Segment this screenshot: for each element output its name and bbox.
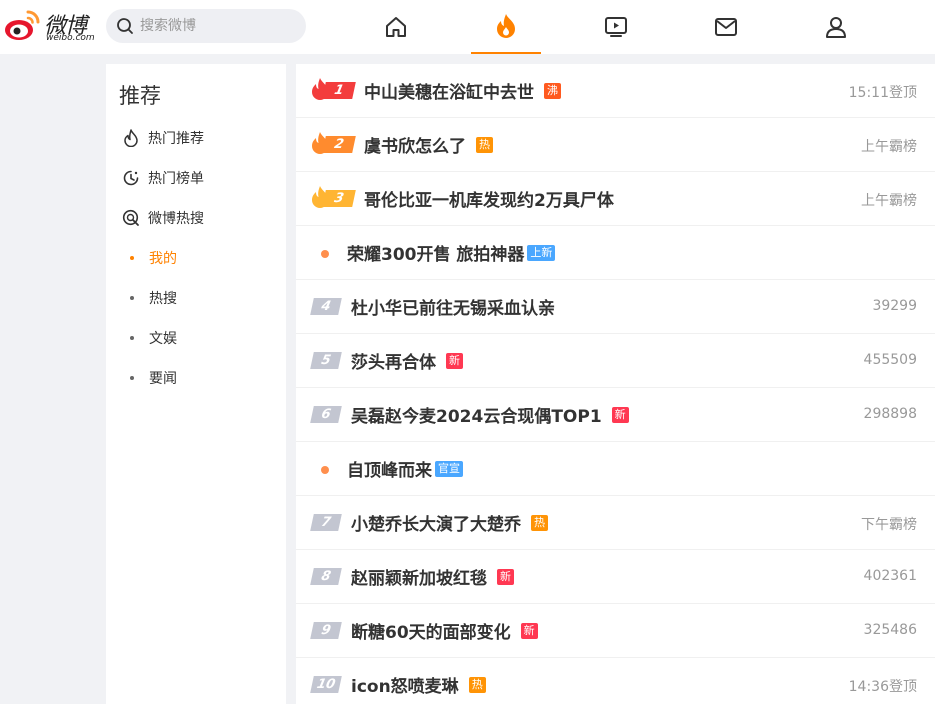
row-meta: 上午霸榜 [861, 193, 917, 209]
row-meta: 298898 [863, 406, 917, 422]
hot-topic-title[interactable]: 赵丽颖新加坡红毯 [351, 564, 487, 589]
search-circle-icon [122, 209, 140, 227]
clock-icon [122, 169, 140, 187]
promoted-bullet [321, 466, 329, 474]
official-badge: 官宣 [435, 460, 463, 477]
logo-domain: weibo.com [46, 33, 95, 43]
hot-list-row[interactable]: 7 小楚乔长大演了大楚乔 热 下午霸榜 [296, 496, 935, 550]
hot-topic-title[interactable]: 荣耀300开售 旅拍神器 [347, 240, 524, 265]
row-meta: 14:36登顶 [848, 679, 917, 695]
hot-list-row[interactable]: 3 哥伦比亚一机库发现约2万具尸体 上午霸榜 [296, 172, 935, 226]
new-badge: 新 [520, 622, 538, 639]
new-launch-badge: 上新 [527, 244, 556, 261]
nav-message[interactable] [691, 0, 761, 54]
rank-number: 8 [310, 568, 342, 585]
sidebar-item-label: 微博热搜 [148, 211, 204, 227]
hot-topic-title[interactable]: 莎头再合体 [351, 348, 436, 373]
hot-icon [497, 14, 515, 38]
rank-number: 7 [310, 514, 342, 531]
rank-number: 6 [310, 406, 342, 423]
hot-topic-title[interactable]: 虞书欣怎么了 [364, 132, 466, 157]
hot-badge: 热 [468, 676, 486, 693]
hot-topic-title[interactable]: icon怒喷麦琳 [351, 672, 459, 697]
search-box[interactable] [106, 9, 306, 43]
rank-number: 9 [310, 622, 342, 639]
sidebar-item-hot-rankings[interactable]: 热门榜单 [106, 158, 286, 198]
nav-home[interactable] [361, 0, 431, 54]
hot-topic-title[interactable]: 断糖60天的面部变化 [351, 618, 511, 643]
sidebar-item-news[interactable]: 要闻 [106, 358, 286, 398]
sidebar-item-weibo-hot-search[interactable]: 微博热搜 [106, 198, 286, 238]
hot-topic-title[interactable]: 吴磊赵今麦2024云合现偶TOP1 [351, 402, 602, 427]
hot-list-row[interactable]: 10 icon怒喷麦琳 热 14:36登顶 [296, 658, 935, 704]
bullet-dot [130, 376, 134, 380]
profile-icon [826, 17, 846, 38]
top-bar: 微博 weibo.com [0, 0, 935, 54]
sidebar-item-hot-search[interactable]: 热搜 [106, 278, 286, 318]
search-icon [117, 18, 133, 34]
sidebar-item-mine[interactable]: 我的 [106, 238, 286, 278]
rank-number: 10 [310, 676, 342, 693]
row-meta: 325486 [863, 622, 917, 638]
flame-outline-icon [122, 129, 140, 147]
message-icon [715, 18, 737, 36]
nav-video[interactable] [581, 0, 651, 54]
hot-list-row-promoted[interactable]: 荣耀300开售 旅拍神器 上新 [296, 226, 935, 280]
hot-list-row[interactable]: 9 断糖60天的面部变化 新 325486 [296, 604, 935, 658]
hot-list-row[interactable]: 6 吴磊赵今麦2024云合现偶TOP1 新 298898 [296, 388, 935, 442]
hot-list-row[interactable]: 4 杜小华已前往无锡采血认亲 39299 [296, 280, 935, 334]
hot-list-row[interactable]: 8 赵丽颖新加坡红毯 新 402361 [296, 550, 935, 604]
rank-number: 4 [310, 298, 342, 315]
new-badge: 新 [611, 406, 629, 423]
row-meta: 下午霸榜 [861, 517, 917, 533]
sidebar-item-label: 热搜 [149, 291, 177, 307]
promoted-bullet [321, 250, 329, 258]
video-icon [605, 17, 627, 37]
hot-list-row[interactable]: 5 莎头再合体 新 455509 [296, 334, 935, 388]
hot-topic-title[interactable]: 小楚乔长大演了大楚乔 [351, 510, 521, 535]
row-meta: 402361 [863, 568, 917, 584]
hot-topic-title[interactable]: 中山美穗在浴缸中去世 [364, 78, 534, 103]
new-badge: 新 [497, 568, 514, 585]
sidebar-item-label: 要闻 [149, 371, 177, 387]
sidebar-item-hot-recommend[interactable]: 热门推荐 [106, 118, 286, 158]
rank-number: 5 [310, 352, 342, 369]
hot-list-row[interactable]: 1 中山美穗在浴缸中去世 沸 15:11登顶 [296, 64, 935, 118]
bullet-dot [130, 336, 134, 340]
rank-number: 3 [322, 190, 356, 207]
hot-topic-title[interactable]: 哥伦比亚一机库发现约2万具尸体 [364, 186, 614, 211]
sidebar-item-entertainment[interactable]: 文娱 [106, 318, 286, 358]
sidebar-item-label: 文娱 [149, 331, 177, 347]
hot-badge: 热 [531, 514, 548, 531]
hot-topic-title[interactable]: 自顶峰而来 [347, 456, 432, 481]
sidebar-item-label: 热门榜单 [148, 171, 204, 187]
nav-hot[interactable] [471, 0, 541, 54]
rank-number: 2 [322, 136, 356, 153]
sidebar-item-label: 热门推荐 [148, 131, 204, 147]
bullet-dot [130, 296, 134, 300]
hot-search-list: 1 中山美穗在浴缸中去世 沸 15:11登顶 2 虞书欣怎么了 热 上午霸榜 3… [296, 64, 935, 704]
sidebar-item-label: 我的 [149, 251, 177, 267]
home-icon [386, 17, 406, 37]
row-meta: 15:11登顶 [848, 85, 917, 101]
hot-list-row-promoted[interactable]: 自顶峰而来 官宣 [296, 442, 935, 496]
weibo-logo[interactable]: 微博 weibo.com [4, 6, 95, 46]
new-badge: 新 [446, 352, 463, 369]
bullet-dot [130, 256, 134, 260]
hot-list-row[interactable]: 2 虞书欣怎么了 热 上午霸榜 [296, 118, 935, 172]
row-meta: 39299 [872, 298, 917, 314]
sidebar: 推荐 热门推荐 热门榜单 微博热搜 我的 热搜 文娱 要闻 [106, 64, 286, 704]
row-meta: 455509 [863, 352, 917, 368]
sidebar-title: 推荐 [119, 84, 161, 108]
boil-badge: 沸 [544, 82, 561, 99]
rank-number: 1 [322, 82, 356, 99]
nav-profile[interactable] [801, 0, 871, 54]
hot-topic-title[interactable]: 杜小华已前往无锡采血认亲 [351, 294, 555, 319]
weibo-eye-icon [5, 10, 40, 40]
hot-badge: 热 [476, 136, 493, 153]
row-meta: 上午霸榜 [861, 139, 917, 155]
search-input[interactable] [140, 9, 300, 43]
